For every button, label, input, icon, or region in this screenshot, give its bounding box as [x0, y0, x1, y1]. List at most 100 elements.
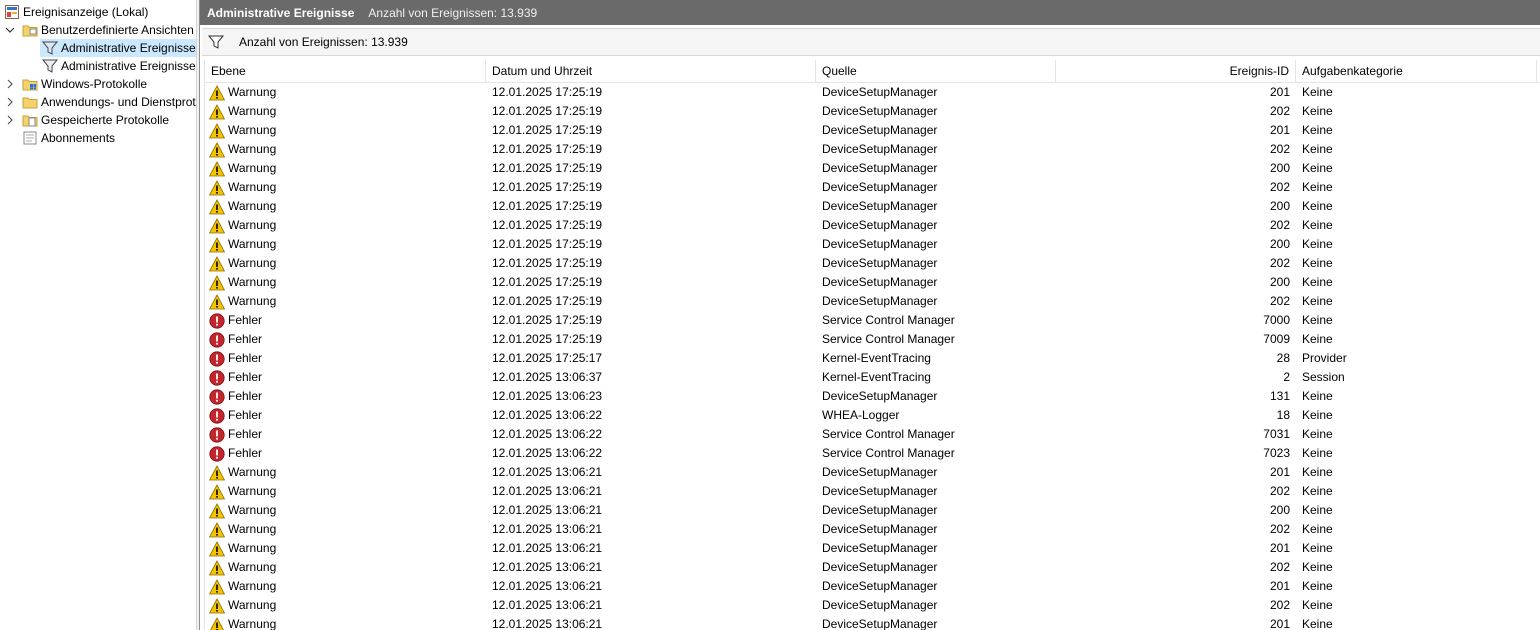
- column-header-event-id[interactable]: Ereignis-ID: [1056, 60, 1296, 82]
- warning-icon: [209, 293, 225, 309]
- tree-item-custom-views[interactable]: Benutzerdefinierte Ansichten: [4, 21, 194, 39]
- event-source: DeviceSetupManager: [822, 389, 938, 403]
- event-row[interactable]: Warnung 12.01.2025 13:06:21 DeviceSetupMan…: [205, 558, 1540, 577]
- event-level: Warnung: [228, 123, 277, 137]
- event-category: Provider: [1302, 351, 1347, 365]
- event-category: Keine: [1302, 541, 1333, 555]
- view-title-bar: Administrative Ereignisse Anzahl von Ere…: [200, 0, 1540, 25]
- event-date: 12.01.2025 13:06:21: [492, 579, 603, 593]
- event-category: Keine: [1302, 180, 1333, 194]
- column-header-source[interactable]: Quelle: [816, 60, 1056, 82]
- column-header-date[interactable]: Datum und Uhrzeit: [486, 60, 816, 82]
- event-date: 12.01.2025 13:06:22: [492, 408, 603, 422]
- tree-item-saved-logs[interactable]: Gespeicherte Protokolle: [4, 111, 169, 129]
- event-row[interactable]: Fehler 12.01.2025 13:06:37 Kernel-EventTra…: [205, 368, 1540, 387]
- tree-item-label: Administrative Ereignisse: [61, 59, 196, 73]
- event-id: 7031: [1263, 427, 1290, 441]
- event-row[interactable]: Fehler 12.01.2025 13:06:22 Service Control…: [205, 425, 1540, 444]
- event-source: Service Control Manager: [822, 332, 955, 346]
- chevron-down-icon[interactable]: [4, 21, 16, 39]
- tree-item-windows-logs[interactable]: Windows-Protokolle: [4, 75, 147, 93]
- event-source: DeviceSetupManager: [822, 294, 938, 308]
- event-level: Warnung: [228, 256, 277, 270]
- event-level-cell: Warnung: [209, 197, 484, 216]
- event-level: Warnung: [228, 560, 277, 574]
- event-row[interactable]: Warnung 12.01.2025 17:25:19 DeviceSetupMan…: [205, 197, 1540, 216]
- tree-item-admin-events[interactable]: Administrative Ereignisse: [40, 57, 196, 75]
- warning-icon: [209, 502, 225, 518]
- pane-splitter[interactable]: [196, 0, 200, 630]
- event-source: DeviceSetupManager: [822, 218, 938, 232]
- event-row[interactable]: Warnung 12.01.2025 17:25:19 DeviceSetupMan…: [205, 235, 1540, 254]
- chevron-right-icon[interactable]: [4, 93, 16, 111]
- event-level-cell: Warnung: [209, 520, 484, 539]
- event-row[interactable]: Fehler 12.01.2025 17:25:19 Service Control…: [205, 311, 1540, 330]
- tree-item-subscriptions[interactable]: Abonnements: [22, 129, 115, 147]
- event-row[interactable]: Warnung 12.01.2025 17:25:19 DeviceSetupMan…: [205, 273, 1540, 292]
- event-row[interactable]: Fehler 12.01.2025 13:06:23 DeviceSetupMana…: [205, 387, 1540, 406]
- event-category: Keine: [1302, 104, 1333, 118]
- event-category: Keine: [1302, 484, 1333, 498]
- event-date: 12.01.2025 17:25:19: [492, 199, 603, 213]
- event-id: 200: [1269, 237, 1290, 251]
- event-date: 12.01.2025 17:25:19: [492, 256, 603, 270]
- event-row[interactable]: Warnung 12.01.2025 13:06:21 DeviceSetupMan…: [205, 615, 1540, 630]
- view-title: Administrative Ereignisse: [207, 5, 355, 20]
- event-date: 12.01.2025 17:25:17: [492, 351, 603, 365]
- column-header-task-category[interactable]: Aufgabenkategorie: [1296, 60, 1537, 82]
- warning-icon: [209, 236, 225, 252]
- event-row[interactable]: Warnung 12.01.2025 13:06:21 DeviceSetupMan…: [205, 501, 1540, 520]
- event-row[interactable]: Warnung 12.01.2025 17:25:19 DeviceSetupMan…: [205, 83, 1540, 102]
- event-row[interactable]: Fehler 12.01.2025 13:06:22 WHEA-Logger 18 Ke…: [205, 406, 1540, 425]
- event-row[interactable]: Fehler 12.01.2025 17:25:17 Kernel-EventTra…: [205, 349, 1540, 368]
- event-row[interactable]: Warnung 12.01.2025 17:25:19 DeviceSetupMan…: [205, 254, 1540, 273]
- event-id: 200: [1269, 503, 1290, 517]
- event-source: DeviceSetupManager: [822, 522, 938, 536]
- filter-icon[interactable]: [208, 34, 224, 50]
- event-date: 12.01.2025 17:25:19: [492, 332, 603, 346]
- event-date: 12.01.2025 17:25:19: [492, 218, 603, 232]
- event-level: Warnung: [228, 598, 277, 612]
- column-header-level[interactable]: Ebene: [205, 60, 486, 82]
- tree-item-label: Benutzerdefinierte Ansichten: [41, 23, 194, 37]
- event-row[interactable]: Warnung 12.01.2025 17:25:19 DeviceSetupMan…: [205, 121, 1540, 140]
- event-category: Keine: [1302, 408, 1333, 422]
- navigation-tree[interactable]: Ereignisanzeige (Lokal) Benutzerdefinier…: [0, 0, 196, 630]
- event-row[interactable]: Warnung 12.01.2025 13:06:21 DeviceSetupMan…: [205, 482, 1540, 501]
- event-level: Warnung: [228, 142, 277, 156]
- event-date: 12.01.2025 13:06:22: [492, 427, 603, 441]
- event-row[interactable]: Fehler 12.01.2025 17:25:19 Service Control…: [205, 330, 1540, 349]
- event-row[interactable]: Warnung 12.01.2025 17:25:19 DeviceSetupMan…: [205, 216, 1540, 235]
- chevron-right-icon[interactable]: [4, 75, 16, 93]
- event-date: 12.01.2025 13:06:21: [492, 598, 603, 612]
- event-row[interactable]: Warnung 12.01.2025 17:25:19 DeviceSetupMan…: [205, 159, 1540, 178]
- event-row[interactable]: Warnung 12.01.2025 13:06:21 DeviceSetupMan…: [205, 463, 1540, 482]
- event-level: Warnung: [228, 237, 277, 251]
- event-row[interactable]: Warnung 12.01.2025 13:06:21 DeviceSetupMan…: [205, 596, 1540, 615]
- event-level-cell: Warnung: [209, 463, 484, 482]
- event-category: Keine: [1302, 161, 1333, 175]
- event-list[interactable]: Ebene Datum und Uhrzeit Quelle Ereignis-…: [204, 60, 1540, 630]
- event-category: Keine: [1302, 123, 1333, 137]
- tree-item-admin-events-selected[interactable]: Administrative Ereignisse: [40, 39, 196, 57]
- event-row[interactable]: Warnung 12.01.2025 13:06:21 DeviceSetupMan…: [205, 520, 1540, 539]
- event-level: Warnung: [228, 85, 277, 99]
- tree-item-event-viewer-local[interactable]: Ereignisanzeige (Lokal): [4, 3, 148, 21]
- warning-icon: [209, 597, 225, 613]
- tree-item-app-service-logs[interactable]: Anwendungs- und Dienstprotokolle: [4, 93, 196, 111]
- event-row[interactable]: Warnung 12.01.2025 17:25:19 DeviceSetupMan…: [205, 178, 1540, 197]
- chevron-right-icon[interactable]: [4, 111, 16, 129]
- event-row[interactable]: Warnung 12.01.2025 17:25:19 DeviceSetupMan…: [205, 140, 1540, 159]
- event-row[interactable]: Warnung 12.01.2025 17:25:19 DeviceSetupMan…: [205, 292, 1540, 311]
- tree-item-label: Anwendungs- und Dienstprotokolle: [41, 95, 196, 109]
- event-category: Keine: [1302, 389, 1333, 403]
- event-source: DeviceSetupManager: [822, 237, 938, 251]
- event-date: 12.01.2025 17:25:19: [492, 313, 603, 327]
- event-source: WHEA-Logger: [822, 408, 900, 422]
- event-row[interactable]: Warnung 12.01.2025 13:06:21 DeviceSetupMan…: [205, 539, 1540, 558]
- event-id: 7023: [1263, 446, 1290, 460]
- event-row[interactable]: Warnung 12.01.2025 17:25:19 DeviceSetupMan…: [205, 102, 1540, 121]
- event-row[interactable]: Fehler 12.01.2025 13:06:22 Service Control…: [205, 444, 1540, 463]
- event-date: 12.01.2025 13:06:22: [492, 446, 603, 460]
- event-row[interactable]: Warnung 12.01.2025 13:06:21 DeviceSetupMan…: [205, 577, 1540, 596]
